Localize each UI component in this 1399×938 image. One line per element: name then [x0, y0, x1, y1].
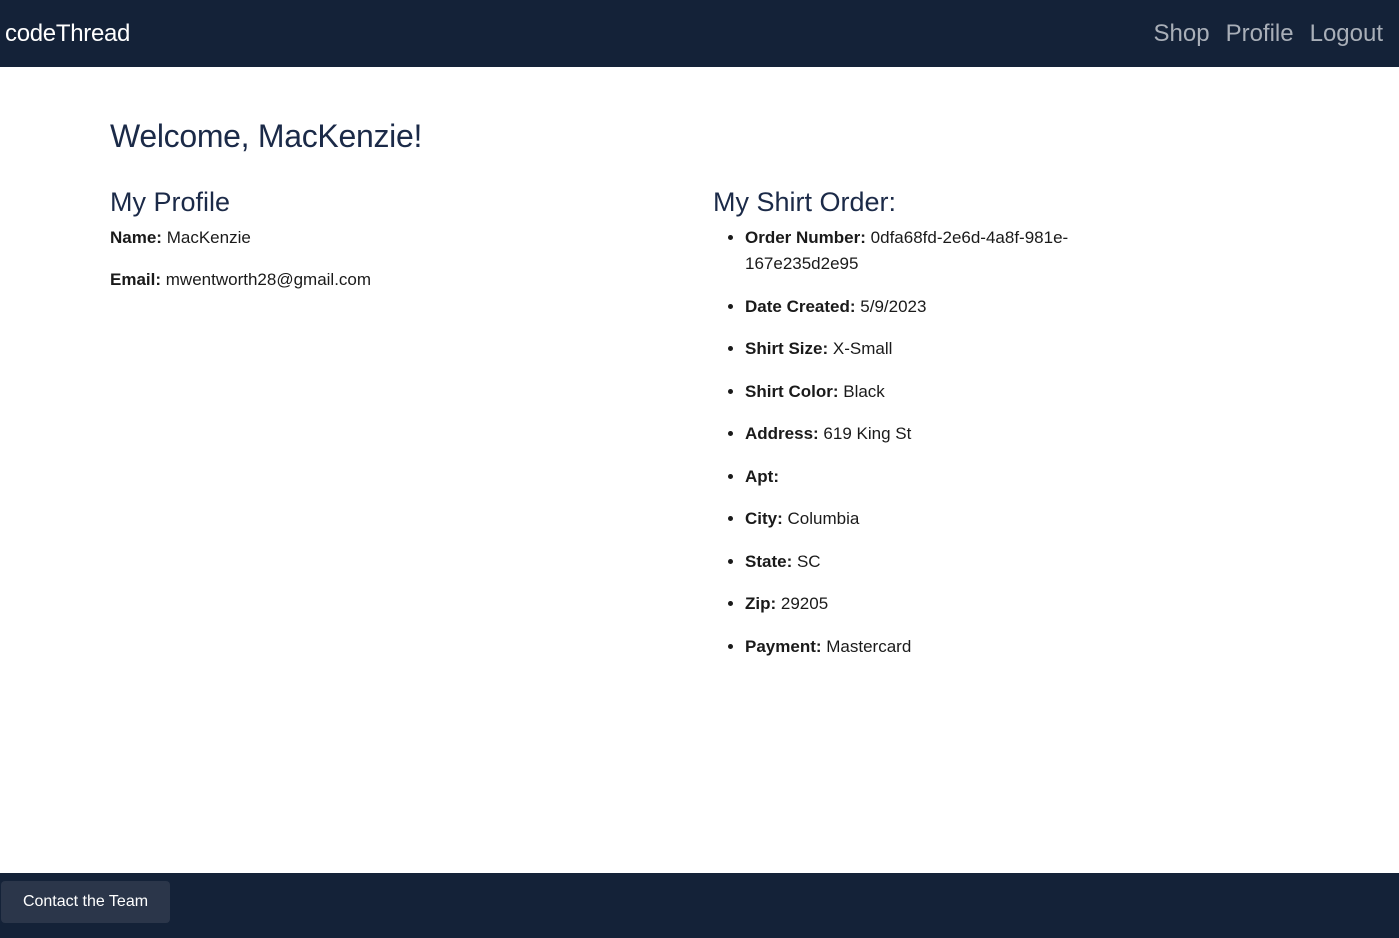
field-label: Address: — [745, 424, 819, 443]
shirt-order-section: My Shirt Order: Order Number: 0dfa68fd-2… — [713, 185, 1273, 676]
main-content: Welcome, MacKenzie! My Profile Name: Mac… — [110, 67, 1290, 656]
welcome-heading: Welcome, MacKenzie! — [110, 118, 423, 154]
nav-link-shop[interactable]: Shop — [1154, 20, 1210, 48]
nav-links: Shop Profile Logout — [1154, 20, 1384, 48]
order-item-city: City: Columbia — [745, 506, 1095, 532]
field-value: MacKenzie — [166, 228, 251, 247]
order-item-shirt-size: Shirt Size: X-Small — [745, 336, 1095, 362]
order-title: My Shirt Order: — [713, 187, 897, 217]
navbar: codeThread Shop Profile Logout — [0, 0, 1399, 67]
field-label: Email: — [110, 270, 162, 289]
order-item-payment: Payment: Mastercard — [745, 634, 1095, 660]
nav-link-profile[interactable]: Profile — [1226, 20, 1294, 48]
field-label: State: — [745, 551, 793, 571]
order-item-state: State: SC — [745, 549, 1095, 575]
profile-title: My Profile — [110, 187, 231, 217]
order-item-apt: Apt: — [745, 464, 1095, 490]
contact-team-button[interactable]: Contact the Team — [1, 881, 170, 923]
order-item-shirt-color: Shirt Color: Black — [745, 379, 1095, 405]
field-label: City: — [745, 509, 783, 528]
footer: Contact the Team — [0, 873, 1399, 938]
field-value: X-Small — [832, 339, 893, 358]
brand-logo[interactable]: codeThread — [5, 20, 130, 48]
field-value: 619 King St — [823, 424, 912, 443]
profile-name-field: Name: MacKenzie — [110, 225, 670, 251]
field-value: Black — [843, 381, 885, 401]
profile-section: My Profile Name: MacKenzie Email: mwentw… — [110, 185, 670, 293]
order-item-address: Address: 619 King St — [745, 421, 1095, 447]
field-value: 5/9/2023 — [860, 296, 927, 316]
field-label: Apt: — [745, 466, 779, 486]
field-value: 29205 — [780, 594, 829, 613]
field-value: SC — [796, 551, 821, 571]
field-label: Shirt Size: — [745, 339, 829, 358]
profile-email-field: Email: mwentworth28@gmail.com — [110, 267, 670, 293]
field-label: Date Created: — [745, 296, 856, 316]
field-label: Zip: — [745, 594, 777, 613]
nav-link-logout[interactable]: Logout — [1310, 20, 1383, 48]
field-label: Payment: — [745, 636, 822, 656]
order-details-list: Order Number: 0dfa68fd-2e6d-4a8f-981e-16… — [713, 225, 1095, 660]
order-item-zip: Zip: 29205 — [745, 591, 1095, 617]
field-label: Name: — [110, 228, 162, 247]
order-item-order-number: Order Number: 0dfa68fd-2e6d-4a8f-981e-16… — [745, 225, 1095, 277]
field-label: Order Number: — [745, 228, 866, 247]
field-value: mwentworth28@gmail.com — [165, 270, 372, 289]
field-value: Mastercard — [826, 636, 912, 656]
order-item-date-created: Date Created: 5/9/2023 — [745, 294, 1095, 320]
field-label: Shirt Color: — [745, 381, 839, 401]
field-value: Columbia — [787, 509, 860, 528]
